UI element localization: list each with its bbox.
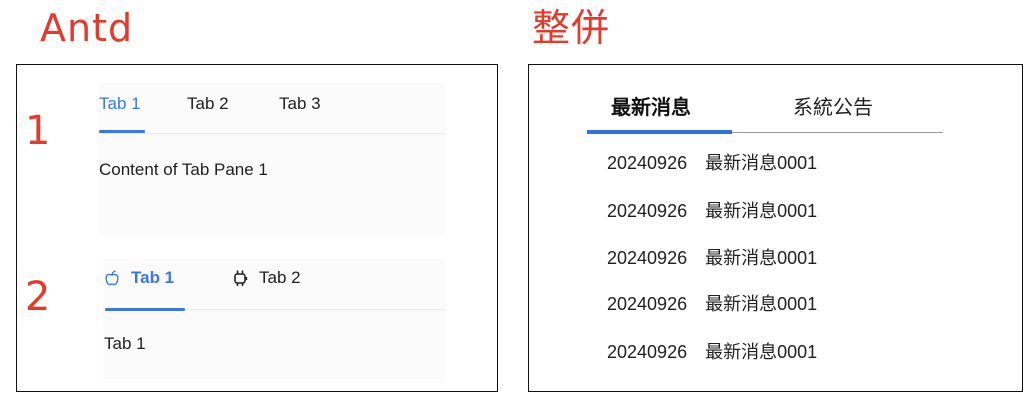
tab-2-android[interactable]: Tab 2 <box>231 267 301 289</box>
news-list-item[interactable]: 20240926 最新消息0001 <box>607 340 817 364</box>
tab-2-label: Tab 2 <box>259 268 301 287</box>
tab-1-label: Tab 1 <box>131 268 175 287</box>
news-date: 20240926 <box>607 201 688 221</box>
tab-bar: Tab 1 Tab 2 Tab 3 <box>99 83 445 134</box>
tab-1-apple[interactable]: Tab 1 <box>103 267 174 289</box>
news-date: 20240926 <box>607 294 688 314</box>
news-date: 20240926 <box>607 248 688 268</box>
news-title: 最新消息0001 <box>705 342 818 362</box>
antd-tabs-example-2: Tab 1 Tab 2 Tab 1 <box>103 259 445 383</box>
tab-system-announcements[interactable]: 系統公告 <box>793 95 873 121</box>
antd-heading: Antd <box>40 6 134 50</box>
merged-news-panel: 最新消息 系統公告 20240926 最新消息0001 20240926 最新消息0… <box>528 64 1023 392</box>
active-tab-ink-bar <box>105 308 185 311</box>
news-title: 最新消息0001 <box>705 294 818 314</box>
tab-3[interactable]: Tab 3 <box>279 93 321 115</box>
news-title: 最新消息0001 <box>705 248 818 268</box>
example-number-1: 1 <box>25 108 51 154</box>
tab-1[interactable]: Tab 1 <box>99 93 141 115</box>
tab-pane-content: Content of Tab Pane 1 <box>99 160 268 179</box>
active-tab-ink-bar <box>587 130 732 134</box>
tab-2[interactable]: Tab 2 <box>187 93 229 115</box>
tab-latest-news[interactable]: 最新消息 <box>611 95 691 121</box>
news-list-item[interactable]: 20240926 最新消息0001 <box>607 151 817 175</box>
active-tab-ink-bar <box>99 130 145 133</box>
news-title: 最新消息0001 <box>705 153 818 173</box>
antd-examples-panel: 1 Tab 1 Tab 2 Tab 3 Content of Tab Pane … <box>16 64 498 392</box>
zhengbing-heading: 整併 <box>532 6 611 50</box>
news-list-item[interactable]: 20240926 最新消息0001 <box>607 246 817 270</box>
news-date: 20240926 <box>607 153 688 173</box>
tab-pane-content: Tab 1 <box>104 334 146 353</box>
tab-bar-with-icons: Tab 1 Tab 2 <box>103 259 445 311</box>
news-title: 最新消息0001 <box>705 201 818 221</box>
news-date: 20240926 <box>607 342 688 362</box>
apple-icon <box>103 269 121 287</box>
news-list-item[interactable]: 20240926 最新消息0001 <box>607 292 817 316</box>
news-list-item[interactable]: 20240926 最新消息0001 <box>607 199 817 223</box>
antd-tabs-example-1: Tab 1 Tab 2 Tab 3 Content of Tab Pane 1 <box>99 83 445 235</box>
android-icon <box>231 269 249 287</box>
example-number-2: 2 <box>25 274 51 320</box>
